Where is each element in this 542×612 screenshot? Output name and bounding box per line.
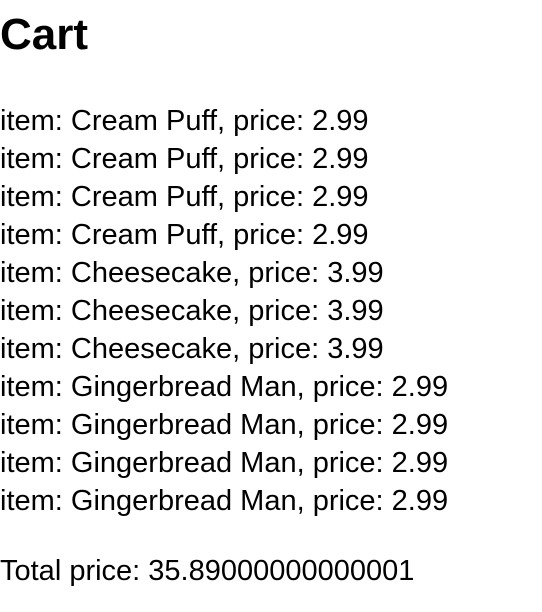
cart-item: item: Gingerbread Man, price: 2.99 [0, 485, 449, 517]
cart-item: item: Gingerbread Man, price: 2.99 [0, 371, 449, 403]
cart-item: item: Gingerbread Man, price: 2.99 [0, 447, 449, 479]
cart-item: item: Gingerbread Man, price: 2.99 [0, 409, 449, 441]
cart-page: Cart item: Cream Puff, price: 2.99 item:… [0, 0, 542, 612]
total-price: Total price: 35.89000000000001 [0, 555, 415, 587]
cart-item: item: Cream Puff, price: 2.99 [0, 181, 369, 213]
page-title: Cart [0, 10, 89, 59]
cart-item: item: Cheesecake, price: 3.99 [0, 257, 384, 289]
cart-item: item: Cream Puff, price: 2.99 [0, 105, 369, 137]
cart-items-list: item: Cream Puff, price: 2.99 item: Crea… [0, 102, 448, 520]
cart-item: item: Cream Puff, price: 2.99 [0, 219, 369, 251]
cart-item: item: Cheesecake, price: 3.99 [0, 295, 384, 327]
cart-item: item: Cheesecake, price: 3.99 [0, 333, 384, 365]
cart-item: item: Cream Puff, price: 2.99 [0, 143, 369, 175]
